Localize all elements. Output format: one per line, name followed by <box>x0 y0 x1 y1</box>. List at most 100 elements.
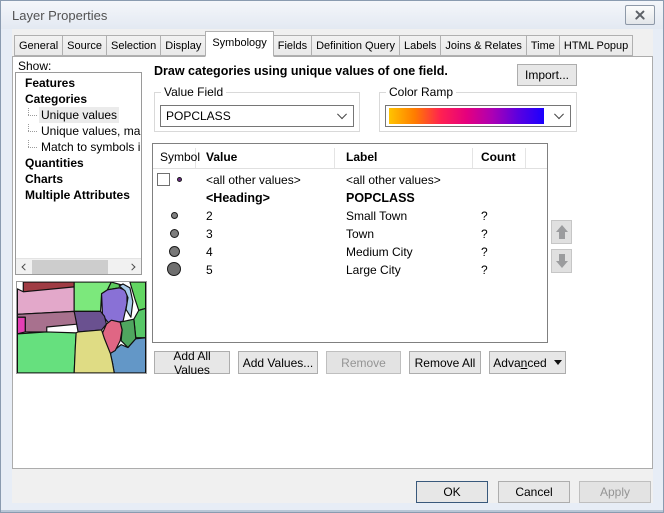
label-cell: Town <box>346 225 473 243</box>
value-field-value: POPCLASS <box>166 109 231 123</box>
table-header: SymbolValueLabelCount <box>153 144 547 169</box>
tree-item-match-to-symbols-in-a[interactable]: Match to symbols in a <box>16 139 141 155</box>
map-region <box>17 332 76 373</box>
symbol-cell[interactable] <box>153 225 196 243</box>
symbol-checkbox[interactable] <box>157 173 170 186</box>
value-cell: 3 <box>206 225 335 243</box>
close-icon <box>634 9 646 21</box>
chevron-down-icon <box>333 108 351 124</box>
add-values-button[interactable]: Add Values... <box>238 351 318 374</box>
symbol-dot-icon <box>169 246 180 257</box>
table-row[interactable]: <Heading> POPCLASS <box>153 189 547 207</box>
color-ramp-gradient <box>389 108 544 124</box>
symbol-cell[interactable] <box>153 171 196 189</box>
tab-general[interactable]: General <box>14 35 63 56</box>
table-row[interactable]: 5 Large City? <box>153 261 547 279</box>
symbol-dot-icon <box>167 262 181 276</box>
label-cell: POPCLASS <box>346 189 473 207</box>
tree-item-label: Features <box>23 75 77 91</box>
action-button-row: Add All Values Add Values... Remove Remove … <box>154 351 566 374</box>
map-region <box>17 287 74 314</box>
value-field-combo[interactable]: POPCLASS <box>160 105 354 127</box>
map-image <box>17 282 146 373</box>
count-cell: ? <box>481 207 526 225</box>
add-all-values-button[interactable]: Add All Values <box>154 351 230 374</box>
symbol-cell[interactable] <box>153 207 196 225</box>
tree-item-unique-values[interactable]: Unique values <box>16 107 141 123</box>
symbology-tab-page: Show: FeaturesCategoriesUnique valuesUni… <box>12 56 653 469</box>
import-button[interactable]: Import... <box>517 64 577 86</box>
close-button[interactable] <box>625 5 655 25</box>
apply-button[interactable]: Apply <box>579 481 651 503</box>
move-down-button[interactable] <box>551 249 572 273</box>
label-cell: Large City <box>346 261 473 279</box>
value-cell: 5 <box>206 261 335 279</box>
move-up-button[interactable] <box>551 220 572 244</box>
advanced-button[interactable]: Advanced <box>489 351 566 374</box>
tree-item-quantities[interactable]: Quantities <box>16 155 141 171</box>
tree-item-label: Charts <box>23 171 65 187</box>
tab-time[interactable]: Time <box>526 35 560 56</box>
color-ramp-combo[interactable] <box>385 105 571 127</box>
map-region <box>17 317 25 334</box>
tree-item-features[interactable]: Features <box>16 75 141 91</box>
arrow-down-icon <box>555 254 569 268</box>
symbol-dot-icon <box>177 177 182 182</box>
column-header-count[interactable]: Count <box>473 148 526 168</box>
tree-item-categories[interactable]: Categories <box>16 91 141 107</box>
titlebar[interactable]: Layer Properties <box>1 1 663 29</box>
column-header-value[interactable]: Value <box>196 148 335 168</box>
tab-bar: GeneralSourceSelectionDisplaySymbologyFi… <box>14 29 653 56</box>
table-row[interactable]: <all other values> <all other values> <box>153 171 547 189</box>
scroll-left-icon[interactable] <box>16 259 32 275</box>
remove-button[interactable]: Remove <box>326 351 401 374</box>
label-cell: Medium City <box>346 243 473 261</box>
table-row[interactable]: 2 Small Town? <box>153 207 547 225</box>
symbol-dot-icon <box>170 229 179 238</box>
count-cell: ? <box>481 225 526 243</box>
tab-joins-relates[interactable]: Joins & Relates <box>440 35 526 56</box>
chevron-down-icon <box>550 108 568 124</box>
show-tree: FeaturesCategoriesUnique valuesUnique va… <box>15 72 142 275</box>
categories-table: SymbolValueLabelCount <all other values>… <box>152 143 548 343</box>
value-field-group: Value Field POPCLASS <box>154 92 360 132</box>
remove-all-button[interactable]: Remove All <box>409 351 481 374</box>
tab-html-popup[interactable]: HTML Popup <box>559 35 633 56</box>
tree-item-label: Multiple Attributes <box>23 187 132 203</box>
symbol-cell[interactable] <box>153 261 196 279</box>
ok-button[interactable]: OK <box>416 481 488 503</box>
layer-properties-dialog: Layer Properties GeneralSourceSelectionD… <box>0 0 664 513</box>
map-region <box>74 311 106 332</box>
scrollbar-thumb[interactable] <box>32 260 108 274</box>
tab-source[interactable]: Source <box>62 35 107 56</box>
show-label: Show: <box>18 59 51 73</box>
symbol-cell[interactable] <box>153 189 196 207</box>
cancel-button[interactable]: Cancel <box>498 481 570 503</box>
tab-selection[interactable]: Selection <box>106 35 161 56</box>
tree-item-label: Unique values <box>39 107 119 123</box>
tab-labels[interactable]: Labels <box>399 35 441 56</box>
count-cell: ? <box>481 261 526 279</box>
value-cell: 2 <box>206 207 335 225</box>
column-header-symbol[interactable]: Symbol <box>153 148 196 168</box>
tab-definition-query[interactable]: Definition Query <box>311 35 400 56</box>
symbol-cell[interactable] <box>153 243 196 261</box>
scroll-right-icon[interactable] <box>125 259 141 275</box>
table-row[interactable]: 3 Town? <box>153 225 547 243</box>
value-field-label: Value Field <box>161 85 226 99</box>
label-cell: <all other values> <box>346 171 473 189</box>
tree-horizontal-scrollbar[interactable] <box>16 258 141 274</box>
tab-symbology[interactable]: Symbology <box>205 31 273 57</box>
table-row[interactable]: 4Medium City? <box>153 243 547 261</box>
tree-item-multiple-attributes[interactable]: Multiple Attributes <box>16 187 141 203</box>
tree-item-label: Match to symbols in a <box>39 139 141 155</box>
symbol-preview-map <box>16 281 147 374</box>
value-cell: <all other values> <box>206 171 335 189</box>
tree-item-charts[interactable]: Charts <box>16 171 141 187</box>
tab-display[interactable]: Display <box>160 35 206 56</box>
label-cell: Small Town <box>346 207 473 225</box>
tab-fields[interactable]: Fields <box>273 35 312 56</box>
column-header-label[interactable]: Label <box>335 148 473 168</box>
tree-item-unique-values-many[interactable]: Unique values, many <box>16 123 141 139</box>
value-cell: <Heading> <box>206 189 335 207</box>
